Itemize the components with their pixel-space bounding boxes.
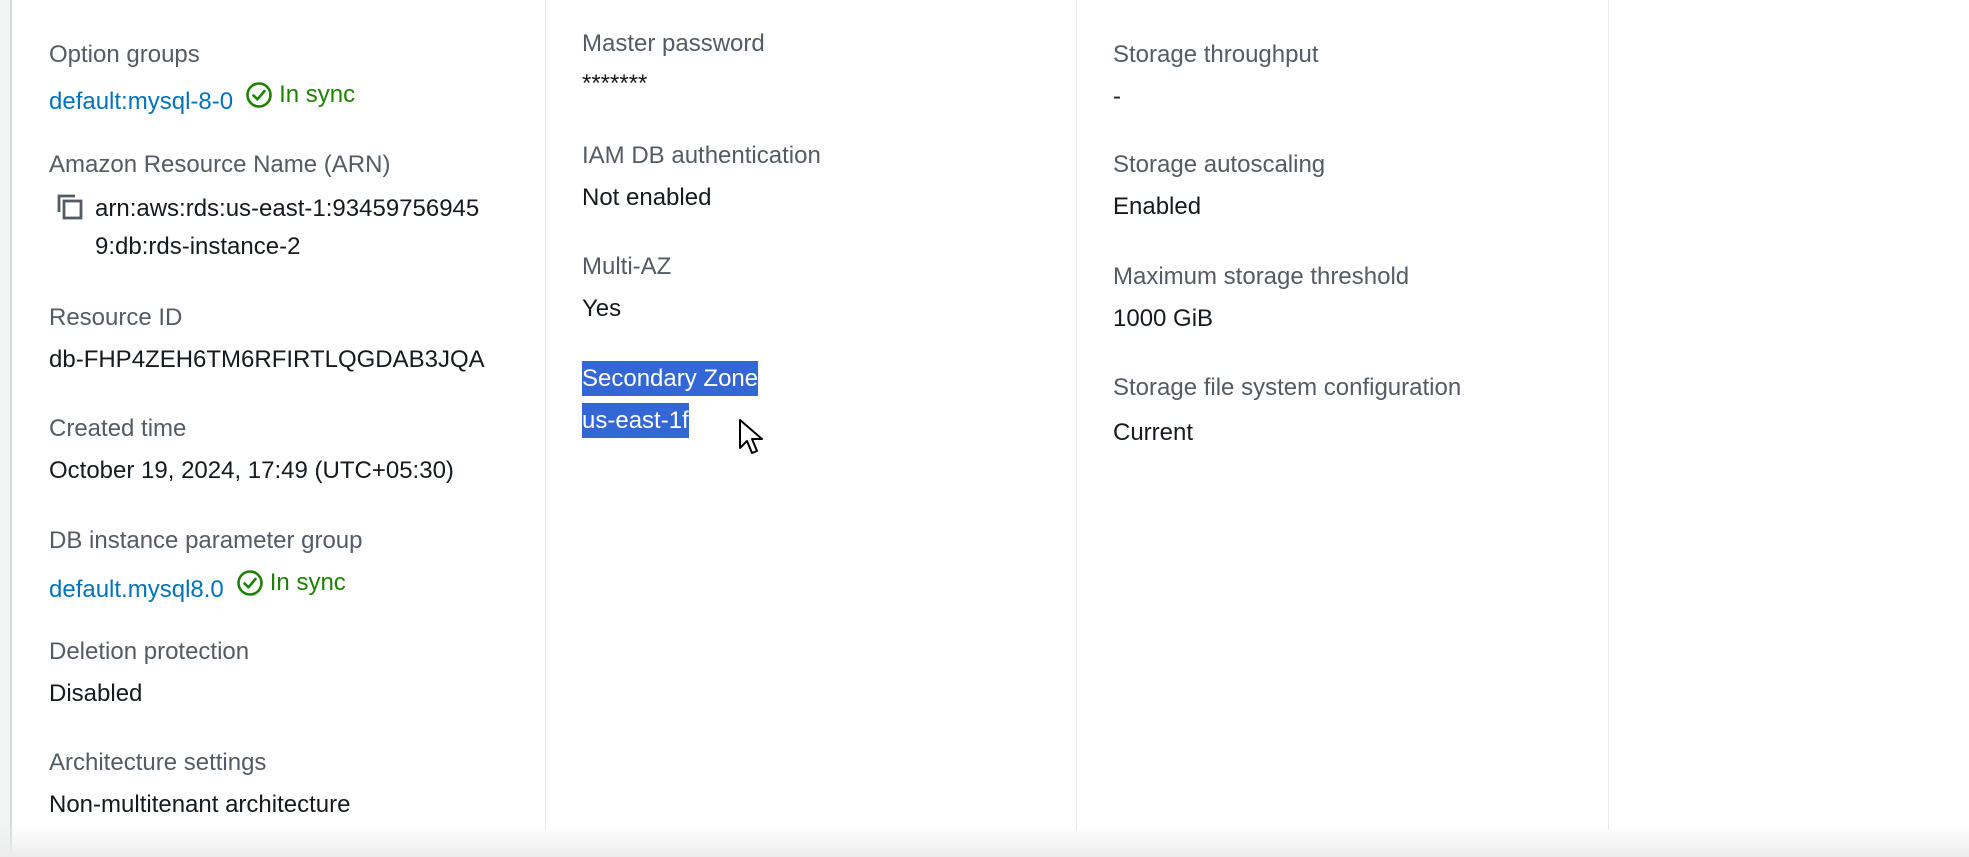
storage-autoscaling-field: Storage autoscaling Enabled: [1113, 150, 1583, 222]
details-column-3: Storage throughput - Storage autoscaling…: [1113, 0, 1583, 830]
iam-auth-value: Not enabled: [582, 184, 712, 211]
secondary-zone-label: Secondary Zone: [582, 361, 759, 396]
arn-field: Amazon Resource Name (ARN) arn:aws:rds:u…: [49, 150, 519, 266]
details-column-2: Master password ******* IAM DB authentic…: [582, 0, 1052, 830]
fs-config-field: Storage file system configuration Curren…: [1113, 373, 1583, 448]
architecture-field: Architecture settings Non-multitenant ar…: [49, 748, 519, 820]
multi-az-value: Yes: [582, 295, 622, 322]
fs-config-value: Current: [1113, 419, 1194, 446]
column-divider-3: [1608, 0, 1609, 830]
storage-throughput-value: -: [1113, 83, 1121, 110]
check-circle-icon: [236, 570, 263, 596]
param-group-sync-label: In sync: [269, 569, 346, 596]
deletion-protection-label: Deletion protection: [49, 638, 250, 665]
option-groups-value: default:mysql-8-0 In sync: [49, 80, 519, 117]
arn-value: arn:aws:rds:us-east-1:934597569459:db:rd…: [95, 195, 480, 260]
storage-autoscaling-label: Storage autoscaling: [1113, 151, 1326, 178]
created-time-value: October 19, 2024, 17:49 (UTC+05:30): [49, 457, 454, 484]
master-password-value: *******: [582, 70, 648, 97]
deletion-protection-value: Disabled: [49, 680, 143, 707]
created-time-field: Created time October 19, 2024, 17:49 (UT…: [49, 414, 519, 486]
iam-auth-field: IAM DB authentication Not enabled: [582, 141, 1052, 213]
secondary-zone-value: us-east-1f: [582, 403, 689, 438]
column-divider-1: [545, 0, 546, 830]
max-storage-field: Maximum storage threshold 1000 GiB: [1113, 262, 1583, 334]
fs-config-label: Storage file system configuration: [1113, 374, 1462, 401]
check-circle-icon: [246, 82, 272, 108]
storage-autoscaling-value: Enabled: [1113, 193, 1202, 220]
max-storage-label: Maximum storage threshold: [1113, 263, 1410, 290]
option-group-link[interactable]: default:mysql-8-0: [49, 88, 233, 115]
arn-value-row: arn:aws:rds:us-east-1:934597569459:db:rd…: [49, 190, 519, 266]
bottom-edge-shadow: [0, 827, 1969, 857]
option-groups-label: Option groups: [49, 41, 200, 68]
multi-az-field: Multi-AZ Yes: [582, 252, 1052, 324]
param-group-field: DB instance parameter group default.mysq…: [49, 526, 519, 605]
resource-id-label: Resource ID: [49, 304, 183, 331]
option-group-sync-label: In sync: [279, 81, 356, 108]
architecture-label: Architecture settings: [49, 749, 267, 776]
storage-throughput-label: Storage throughput: [1113, 41, 1319, 68]
multi-az-label: Multi-AZ: [582, 253, 672, 280]
page-left-border: [0, 0, 12, 857]
resource-id-value: db-FHP4ZEH6TM6RFIRTLQGDAB3JQA: [49, 346, 485, 373]
architecture-value: Non-multitenant architecture: [49, 791, 351, 818]
column-divider-2: [1076, 0, 1077, 830]
max-storage-value: 1000 GiB: [1113, 305, 1214, 332]
param-group-sync-status: In sync: [236, 568, 346, 598]
details-column-1: Option groups default:mysql-8-0 In sync A…: [49, 0, 519, 830]
secondary-zone-field: Secondary Zone us-east-1f: [582, 361, 1052, 438]
param-group-link[interactable]: default.mysql8.0: [49, 576, 224, 603]
option-group-sync-status: In sync: [245, 80, 355, 110]
param-group-label: DB instance parameter group: [49, 527, 363, 554]
master-password-field: Master password *******: [582, 29, 1052, 99]
arn-label: Amazon Resource Name (ARN): [49, 151, 391, 178]
master-password-label: Master password: [582, 30, 765, 57]
deletion-protection-field: Deletion protection Disabled: [49, 637, 519, 709]
iam-auth-label: IAM DB authentication: [582, 142, 821, 169]
copy-icon[interactable]: [53, 190, 87, 224]
option-groups-field: Option groups default:mysql-8-0 In sync: [49, 40, 519, 117]
storage-throughput-field: Storage throughput -: [1113, 40, 1583, 112]
resource-id-field: Resource ID db-FHP4ZEH6TM6RFIRTLQGDAB3JQ…: [49, 303, 519, 375]
mouse-pointer-icon: [739, 419, 763, 454]
created-time-label: Created time: [49, 415, 187, 442]
param-group-value: default.mysql8.0 In sync: [49, 568, 519, 605]
